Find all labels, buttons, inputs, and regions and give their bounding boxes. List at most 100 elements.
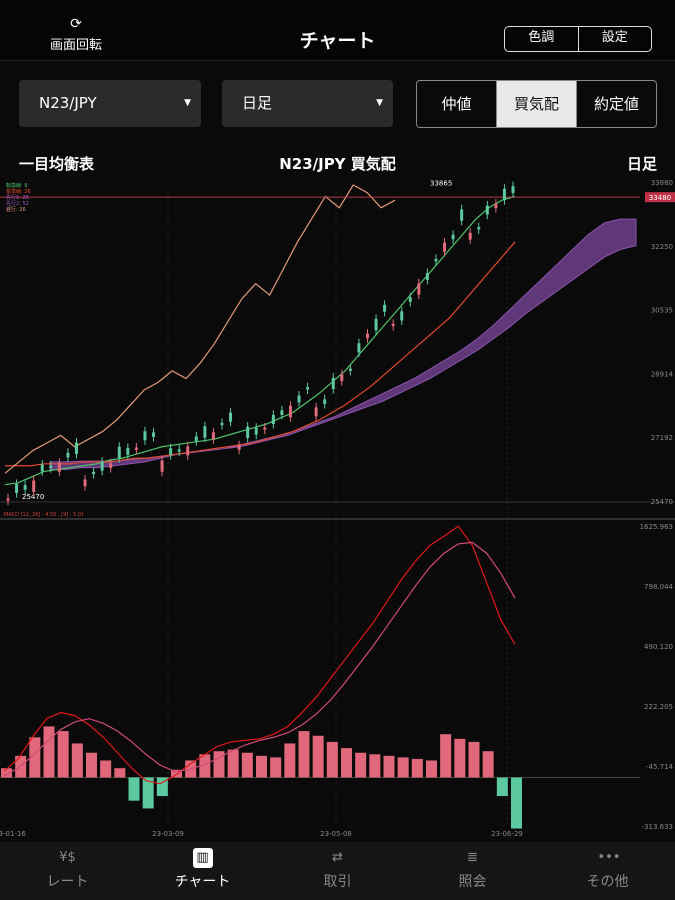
candle-body: [92, 471, 96, 475]
price-type-mid[interactable]: 仲値: [417, 81, 496, 127]
candle-body: [400, 311, 404, 321]
candle-body: [502, 188, 506, 201]
price-tick-label: 27192: [651, 434, 673, 442]
nav-rate[interactable]: ¥$ レート: [0, 842, 135, 900]
price-tick-label: 28914: [651, 370, 674, 378]
candle-body: [57, 462, 61, 472]
macd-histogram-bar: [128, 777, 140, 801]
legend-entry: 転換線: 9: [6, 182, 27, 189]
date-tick-label: 23-03-09: [152, 830, 184, 838]
candle-body: [49, 465, 53, 468]
macd-histogram-bar: [397, 757, 409, 778]
candle-body: [374, 318, 378, 331]
candle-body: [254, 427, 258, 435]
candle-body: [340, 374, 344, 382]
macd-tick-label: 490.120: [644, 643, 673, 651]
candle-body: [323, 399, 327, 404]
bottom-nav: ¥$ レート ▥ チャート ⇄ 取引 ≣ 照会 ••• その他: [0, 842, 675, 900]
dropdown-caret-icon: ▼: [376, 98, 383, 108]
macd-histogram-bar: [241, 752, 253, 778]
candle-body: [443, 242, 447, 252]
nav-other[interactable]: ••• その他: [540, 842, 675, 900]
period-select-value: 日足: [242, 94, 273, 112]
macd-histogram-bar: [454, 738, 466, 778]
candle-body: [143, 431, 147, 441]
macd-tick-label: 222.205: [644, 703, 673, 711]
candle-body: [66, 452, 70, 458]
macd-histogram-bar: [43, 726, 55, 778]
macd-tick-label: -45.714: [646, 763, 674, 771]
dropdown-caret-icon: ▼: [184, 98, 191, 108]
nav-rate-label: レート: [46, 874, 89, 890]
candle-body: [425, 273, 429, 280]
candle-body: [460, 209, 464, 221]
pair-select[interactable]: N23/JPY ▼: [19, 80, 201, 127]
macd-histogram-bar: [57, 731, 69, 778]
candle-body: [485, 205, 489, 215]
candle-body: [134, 447, 138, 450]
low-marker-label: 25470: [22, 493, 44, 501]
nav-other-label: その他: [586, 874, 629, 890]
candle-body: [314, 407, 318, 417]
document-icon: ≣: [467, 850, 478, 865]
candle-body: [246, 426, 250, 439]
price-type-bid[interactable]: 買気配: [496, 81, 576, 127]
chart-title: N23/JPY 買気配: [279, 155, 396, 173]
macd-histogram-bar: [383, 755, 395, 778]
color-button[interactable]: 色調: [505, 27, 578, 51]
candle-body: [434, 259, 438, 262]
macd-histogram-bar: [227, 749, 239, 778]
macd-histogram-bar: [326, 741, 338, 778]
more-icon: •••: [597, 850, 621, 865]
date-tick-label: 23-06-29: [491, 830, 523, 838]
currency-icon: ¥$: [59, 850, 76, 865]
candle-body: [194, 436, 198, 442]
candle-body: [100, 461, 104, 471]
macd-histogram-bar: [341, 748, 352, 778]
period-select[interactable]: 日足 ▼: [222, 80, 393, 127]
price-tick-label: 33880: [651, 179, 673, 187]
candle-body: [263, 427, 267, 430]
candle-body: [451, 234, 455, 240]
price-type-executed[interactable]: 約定値: [576, 81, 656, 127]
macd-histogram-bar: [114, 768, 126, 778]
candle-body: [383, 304, 387, 312]
candle-body: [306, 387, 310, 390]
nav-trade[interactable]: ⇄ 取引: [270, 842, 405, 900]
high-marker-label: 33865: [430, 180, 452, 188]
app-header: ⟳ 画面回転 チャート 色調 設定: [0, 0, 675, 61]
macd-histogram-bar: [86, 752, 97, 778]
macd-histogram-bar: [284, 743, 296, 778]
candle-body: [417, 283, 421, 295]
macd-histogram-bar: [511, 777, 522, 829]
date-tick-label: 23-05-08: [320, 830, 352, 838]
signal-line: [3, 541, 516, 777]
macd-histogram-bar: [270, 757, 282, 778]
candle-body: [468, 232, 472, 240]
candle-body: [211, 432, 215, 440]
candle-body: [220, 422, 224, 426]
candle-body: [408, 297, 412, 302]
candle-body: [83, 479, 87, 487]
macd-histogram-bar: [256, 755, 267, 778]
candle-body: [152, 432, 156, 437]
candle-body: [237, 445, 241, 450]
pair-select-value: N23/JPY: [39, 94, 97, 112]
candle-body: [331, 377, 335, 390]
nav-inquiry[interactable]: ≣ 照会: [405, 842, 540, 900]
price-tick-label: 25470: [651, 498, 673, 506]
macd-tick-label: 1625.963: [640, 523, 673, 531]
candle-body: [203, 426, 207, 438]
macd-histogram-bar: [468, 741, 480, 778]
macd-histogram-bar: [411, 758, 423, 778]
candle-body: [365, 333, 369, 339]
price-chart[interactable]: 33880 32250 30535 28914 27192 25470 33480 33865…: [0, 176, 675, 842]
macd-tick-label: 798.044: [644, 583, 673, 591]
legend-entry: 遅行: 26: [6, 206, 26, 213]
date-tick-label: 23-01-16: [0, 830, 26, 838]
nav-chart[interactable]: ▥ チャート: [135, 842, 270, 900]
nav-trade-label: 取引: [323, 874, 352, 890]
macd-histogram-bar: [440, 734, 452, 778]
macd-histogram-bar: [298, 731, 310, 778]
settings-button[interactable]: 設定: [577, 27, 652, 51]
